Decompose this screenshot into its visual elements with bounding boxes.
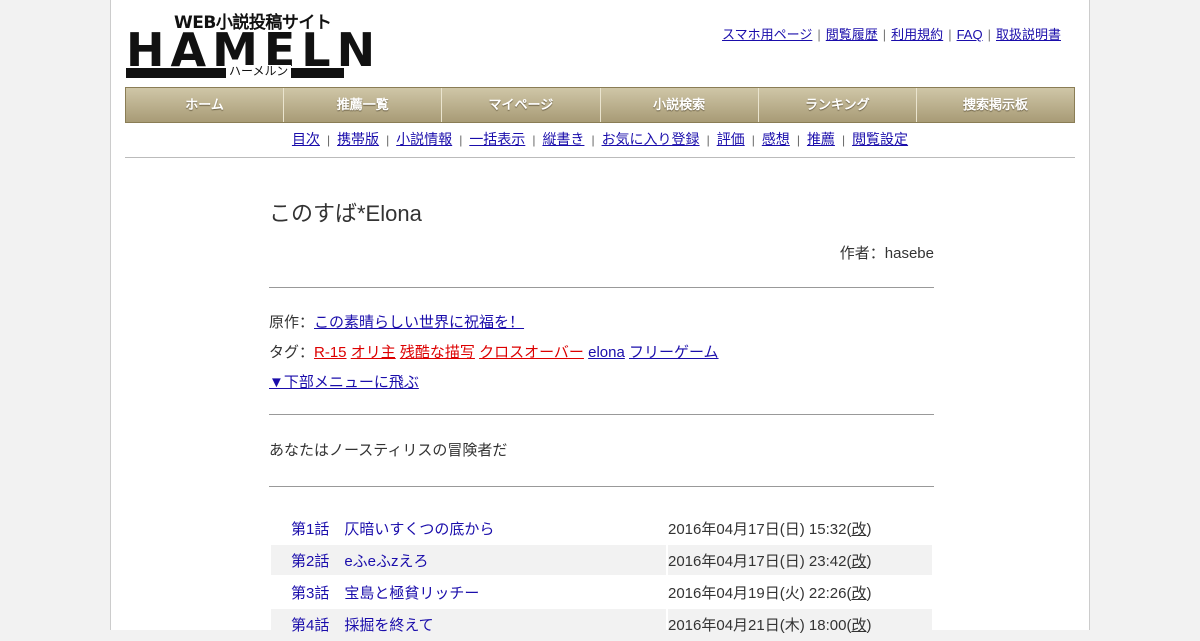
novel-title: このすば*Elona bbox=[269, 201, 422, 226]
separator: | bbox=[386, 133, 390, 147]
subnav-mobile[interactable]: 携帯版 bbox=[337, 131, 379, 147]
separator: | bbox=[459, 133, 463, 147]
separator: | bbox=[948, 27, 952, 42]
tag-link[interactable]: フリーゲーム bbox=[629, 344, 719, 361]
nav-mypage[interactable]: マイページ bbox=[442, 88, 601, 122]
chapter-table: 第1話 仄暗いすくつの底から 2016年04月17日(日) 15:32(改) 第… bbox=[269, 511, 934, 641]
main-nav: ホーム 推薦一覧 マイページ 小説検索 ランキング 捜索掲示板 bbox=[125, 87, 1075, 123]
subnav-all[interactable]: 一括表示 bbox=[469, 131, 525, 147]
chapter-date: 2016年04月21日(木) 18:00(改) bbox=[668, 609, 932, 639]
revision-link[interactable]: 改 bbox=[851, 553, 866, 570]
author-line: 作者：hasebe bbox=[839, 245, 934, 262]
link-terms[interactable]: 利用規約 bbox=[891, 27, 943, 42]
chapter-date: 2016年04月17日(日) 23:42(改) bbox=[668, 545, 932, 575]
tag-link[interactable]: 残酷な描写 bbox=[400, 344, 475, 361]
subnav-info[interactable]: 小説情報 bbox=[396, 131, 452, 147]
revision-link[interactable]: 改 bbox=[851, 585, 866, 602]
nav-search[interactable]: 小説検索 bbox=[601, 88, 759, 122]
jump-to-bottom-link[interactable]: ▼下部メニューに飛ぶ bbox=[269, 374, 419, 391]
nav-board[interactable]: 捜索掲示板 bbox=[917, 88, 1074, 122]
jump-row: ▼下部メニューに飛ぶ bbox=[269, 368, 934, 398]
original-label: 原作： bbox=[269, 314, 315, 331]
date-text: 2016年04月19日(火) 22:26 bbox=[668, 584, 847, 602]
nav-recommendations[interactable]: 推薦一覧 bbox=[284, 88, 443, 122]
nav-ranking[interactable]: ランキング bbox=[759, 88, 917, 122]
revision-link[interactable]: 改 bbox=[851, 617, 866, 634]
separator: | bbox=[817, 27, 821, 42]
page-container: WEB小説投稿サイト HAMELN ハーメルン スマホ用ページ | 閲覧履歴 | 利用規… bbox=[110, 0, 1090, 639]
subnav-vertical[interactable]: 縦書き bbox=[542, 131, 584, 147]
sub-nav: 目次 | 携帯版 | 小説情報 | 一括表示 | 縦書き | お気に入り登録 | 評価 | 感想 | 推薦 | 閲覧… bbox=[125, 129, 1075, 158]
table-row: 第1話 仄暗いすくつの底から 2016年04月17日(日) 15:32(改) bbox=[271, 513, 932, 543]
subnav-recommend[interactable]: 推薦 bbox=[807, 131, 835, 147]
novel-meta: 原作：この素晴らしい世界に祝福を！ タグ：R-15 オリ主 残酷な描写 クロスオ… bbox=[269, 288, 934, 414]
separator: | bbox=[751, 133, 755, 147]
separator: | bbox=[987, 27, 991, 42]
subnav-favorite[interactable]: お気に入り登録 bbox=[602, 131, 700, 147]
novel-summary: あなたはノースティリスの冒険者だ bbox=[269, 442, 508, 459]
chapter-link[interactable]: 第2話 eふeふzえろ bbox=[271, 545, 666, 575]
table-row: 第3話 宝島と極貧リッチー 2016年04月19日(火) 22:26(改) bbox=[271, 577, 932, 607]
separator: | bbox=[591, 133, 595, 147]
subnav-settings[interactable]: 閲覧設定 bbox=[852, 131, 908, 147]
separator: | bbox=[706, 133, 710, 147]
table-row: 第4話 採掘を終えて 2016年04月21日(木) 18:00(改) bbox=[271, 609, 932, 639]
original-work-row: 原作：この素晴らしい世界に祝福を！ bbox=[269, 308, 934, 338]
chapter-link[interactable]: 第4話 採掘を終えて bbox=[271, 609, 666, 639]
chapter-link[interactable]: 第3話 宝島と極貧リッチー bbox=[271, 577, 666, 607]
subnav-toc[interactable]: 目次 bbox=[292, 131, 320, 147]
table-row: 第2話 eふeふzえろ 2016年04月17日(日) 23:42(改) bbox=[271, 545, 932, 575]
tags-row: タグ：R-15 オリ主 残酷な描写 クロスオーバー elona フリーゲーム bbox=[269, 338, 934, 368]
separator: | bbox=[796, 133, 800, 147]
separator: | bbox=[326, 133, 331, 147]
date-text: 2016年04月17日(日) 15:32 bbox=[668, 520, 847, 538]
tag-link[interactable]: elona bbox=[588, 344, 625, 361]
chapter-date: 2016年04月19日(火) 22:26(改) bbox=[668, 584, 872, 602]
subnav-review[interactable]: 感想 bbox=[762, 131, 790, 147]
separator: | bbox=[532, 133, 536, 147]
original-work-link[interactable]: この素晴らしい世界に祝福を！ bbox=[314, 314, 524, 331]
divider bbox=[269, 486, 934, 487]
tags-label: タグ： bbox=[269, 344, 315, 361]
nav-home[interactable]: ホーム bbox=[126, 88, 285, 122]
site-logo[interactable]: WEB小説投稿サイト HAMELN ハーメルン bbox=[126, 10, 375, 80]
novel-content: このすば*Elona 作者：hasebe 原作：この素晴らしい世界に祝福を！ タ… bbox=[269, 196, 934, 641]
tag-link[interactable]: R-15 bbox=[314, 344, 347, 361]
logo-kana: ハーメルン bbox=[226, 65, 292, 78]
tag-link[interactable]: オリ主 bbox=[351, 344, 396, 361]
date-text: 2016年04月17日(日) 23:42 bbox=[668, 552, 847, 570]
subnav-rate[interactable]: 評価 bbox=[717, 131, 745, 147]
chapter-date: 2016年04月17日(日) 15:32(改) bbox=[668, 520, 872, 538]
link-history[interactable]: 閲覧履歴 bbox=[826, 27, 878, 42]
separator: | bbox=[882, 27, 887, 42]
link-manual[interactable]: 取扱説明書 bbox=[996, 27, 1061, 42]
link-smartphone[interactable]: スマホ用ページ bbox=[722, 27, 812, 42]
revision-link[interactable]: 改 bbox=[851, 521, 866, 538]
separator: | bbox=[841, 133, 846, 147]
date-text: 2016年04月21日(木) 18:00 bbox=[668, 616, 847, 634]
top-links: スマホ用ページ | 閲覧履歴 | 利用規約 | FAQ | 取扱説明書 bbox=[722, 24, 1061, 43]
link-faq[interactable]: FAQ bbox=[957, 27, 983, 42]
tag-link[interactable]: クロスオーバー bbox=[479, 344, 584, 361]
chapter-link[interactable]: 第1話 仄暗いすくつの底から bbox=[271, 513, 666, 543]
